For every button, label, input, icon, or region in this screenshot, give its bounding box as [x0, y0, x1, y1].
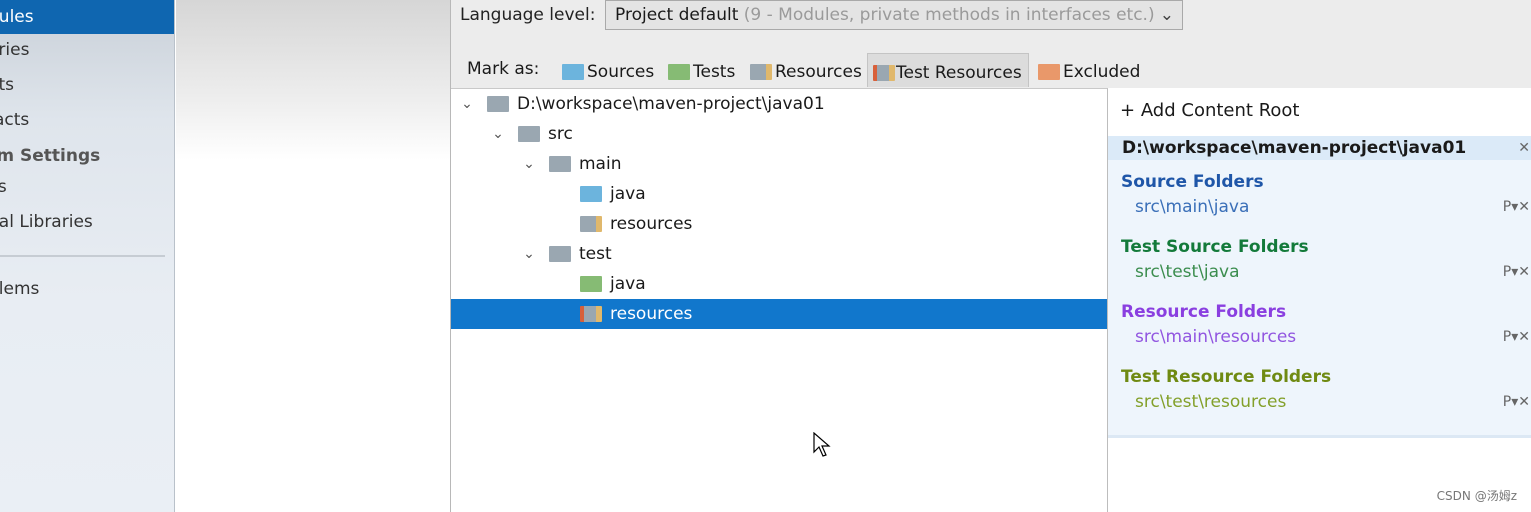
mark-excluded-button[interactable]: Excluded [1035, 53, 1140, 87]
excluded-folder-icon [1038, 64, 1060, 80]
tree-row-label: main [579, 154, 622, 174]
sources-panel: Language level: Project default (9 - Mod… [450, 0, 1531, 512]
module-list-area [176, 0, 450, 512]
folder-tree[interactable]: ⌄ D:\workspace\maven-project\java01 ⌄ src ⌄ m… [451, 88, 1108, 512]
test-resources-folder-icon [873, 65, 895, 81]
plus-icon: + [1120, 100, 1141, 121]
sidebar-item-label: facts [0, 110, 30, 130]
button-label: Tests [693, 62, 736, 82]
sidebar-item-label: ets [0, 75, 14, 95]
language-level-dropdown[interactable]: Project default (9 - Modules, private me… [605, 0, 1183, 30]
tree-row[interactable]: ⌄ D:\workspace\maven-project\java01 [451, 89, 1107, 119]
section-title: Resource Folders [1121, 302, 1287, 322]
package-prefix-and-remove-icon[interactable]: P▾✕ [1503, 264, 1530, 280]
button-label: Excluded [1063, 62, 1141, 82]
sidebar-item-global-libraries[interactable]: bal Libraries [0, 205, 174, 239]
mark-resources-button[interactable]: Resources [747, 53, 862, 87]
tree-row[interactable]: ⌄ src [451, 119, 1107, 149]
sidebar-item-libraries[interactable]: aries [0, 33, 174, 67]
button-label: Sources [587, 62, 655, 82]
tree-row[interactable]: resources [451, 209, 1107, 239]
folder-test-resources-icon [580, 306, 602, 322]
sidebar-item-label: dules [0, 7, 34, 27]
tree-row[interactable]: java [451, 269, 1107, 299]
language-level-hint: (9 - Modules, private methods in interfa… [743, 5, 1155, 25]
add-content-root-button[interactable]: + Add Content Root [1120, 100, 1299, 121]
button-label: Test Resources [896, 63, 1022, 83]
mark-tests-button[interactable]: Tests [665, 53, 735, 87]
chevron-down-icon[interactable]: ⌄ [521, 149, 537, 179]
test-folder-icon [668, 64, 690, 80]
tree-row[interactable]: ⌄ main [451, 149, 1107, 179]
tree-row-label: resources [610, 214, 693, 234]
folder-path: src\test\resources [1135, 392, 1287, 412]
tree-row-label: test [579, 244, 612, 264]
content-root-panel: + Add Content Root D:\workspace\maven-pr… [1108, 88, 1531, 512]
package-prefix-and-remove-icon[interactable]: P▾✕ [1503, 329, 1530, 345]
tree-row-label: D:\workspace\maven-project\java01 [517, 94, 825, 114]
content-root-card: D:\workspace\maven-project\java01 ✕ Sourc… [1108, 136, 1531, 438]
chevron-down-icon: ⌄ [1159, 5, 1174, 25]
resources-folder-icon [750, 64, 772, 80]
folder-test-icon [580, 276, 602, 292]
tree-row-label: java [610, 184, 646, 204]
mouse-cursor-icon [813, 432, 831, 457]
sidebar-item-label: ks [0, 177, 7, 197]
folder-source-icon [580, 186, 602, 202]
settings-sidebar: dules aries ets facts rm Settings ks bal… [0, 0, 175, 512]
tree-row-label: src [548, 124, 573, 144]
content-root-path: D:\workspace\maven-project\java01 ✕ [1108, 136, 1531, 160]
folder-resources-icon [580, 216, 602, 232]
folder-path: src\main\resources [1135, 327, 1297, 347]
sidebar-item-problems[interactable]: blems [0, 272, 174, 306]
source-folder-icon [562, 64, 584, 80]
chevron-down-icon[interactable]: ⌄ [490, 119, 506, 149]
sidebar-item-label: aries [0, 40, 30, 60]
sidebar-divider [0, 255, 165, 257]
folder-gray-icon [518, 126, 540, 142]
language-level-value: Project default [615, 5, 739, 25]
button-label: Add Content Root [1140, 100, 1300, 121]
mark-sources-button[interactable]: Sources [559, 53, 654, 87]
chevron-down-icon[interactable]: ⌄ [459, 89, 475, 119]
package-prefix-and-remove-icon[interactable]: P▾✕ [1503, 199, 1530, 215]
tree-row-label: java [610, 274, 646, 294]
sidebar-item-label: rm Settings [0, 146, 101, 166]
folder-gray-icon [549, 246, 571, 262]
tree-row-label: resources [610, 304, 693, 324]
folder-gray-icon [549, 156, 571, 172]
content-root-path-text: D:\workspace\maven-project\java01 [1122, 138, 1467, 158]
section-title: Test Resource Folders [1121, 367, 1332, 387]
section-title: Test Source Folders [1121, 237, 1309, 257]
mark-test-resources-button[interactable]: Test Resources [867, 53, 1029, 87]
section-title: Source Folders [1121, 172, 1264, 192]
sidebar-item-facets[interactable]: ets [0, 68, 174, 102]
sidebar-item-label: blems [0, 279, 40, 299]
mark-as-label: Mark as: [467, 59, 540, 79]
tree-row[interactable]: ⌄ test [451, 239, 1107, 269]
sidebar-item-artifacts[interactable]: facts [0, 103, 174, 137]
chevron-down-icon[interactable]: ⌄ [521, 239, 537, 269]
package-prefix-and-remove-icon[interactable]: P▾✕ [1503, 394, 1530, 410]
language-level-label: Language level: [460, 5, 596, 25]
tree-row[interactable]: resources [451, 299, 1107, 329]
folder-path: src\main\java [1135, 197, 1250, 217]
folder-path: src\test\java [1135, 262, 1240, 282]
watermark: CSDN @汤姆z [1436, 489, 1517, 503]
remove-root-icon[interactable]: ✕ [1518, 136, 1530, 160]
sidebar-item-label: bal Libraries [0, 212, 93, 232]
button-label: Resources [775, 62, 862, 82]
sidebar-heading-platform-settings: rm Settings [0, 139, 174, 173]
tree-row[interactable]: java [451, 179, 1107, 209]
sidebar-item-sdks[interactable]: ks [0, 170, 174, 204]
sidebar-item-modules[interactable]: dules [0, 0, 174, 34]
folder-gray-icon [487, 96, 509, 112]
